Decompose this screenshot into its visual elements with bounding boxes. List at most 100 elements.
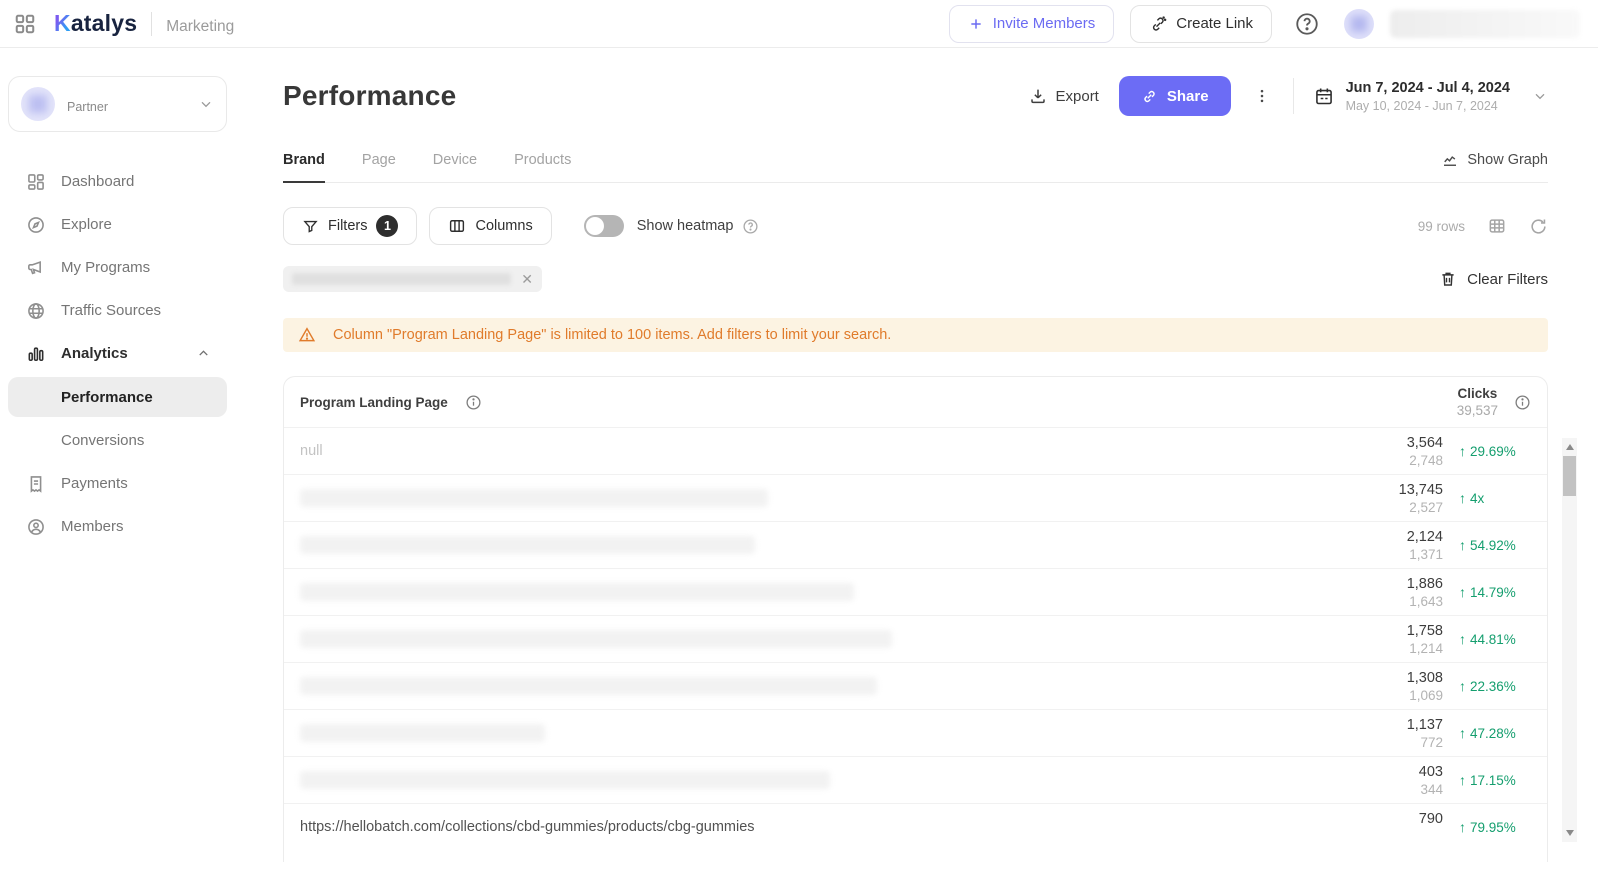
sidebar-item-label: Members <box>61 518 124 535</box>
redacted-landing-page <box>300 771 830 789</box>
clicks-cell: 2,124 1,371 <box>1323 529 1443 562</box>
trash-icon <box>1439 270 1457 288</box>
show-heatmap-toggle[interactable] <box>584 215 624 237</box>
tab-page[interactable]: Page <box>362 142 396 182</box>
tab-device[interactable]: Device <box>433 142 477 182</box>
brand-divider <box>151 12 152 36</box>
table-scrollbar[interactable] <box>1562 438 1577 842</box>
up-arrow-icon: ↑ <box>1459 819 1466 835</box>
clear-filters-button[interactable]: Clear Filters <box>1439 270 1548 288</box>
tab-products[interactable]: Products <box>514 142 571 182</box>
dashboard-icon <box>26 172 46 192</box>
clicks-cell: 403 344 <box>1323 764 1443 797</box>
table-row[interactable]: 1,758 1,214 ↑ 44.81% <box>284 615 1547 662</box>
column-header-clicks[interactable]: Clicks <box>1457 386 1498 401</box>
divider <box>1293 78 1294 114</box>
landing-page-cell <box>300 724 1323 742</box>
table-row[interactable]: 1,886 1,643 ↑ 14.79% <box>284 568 1547 615</box>
up-arrow-icon: ↑ <box>1459 631 1466 647</box>
table-density-icon[interactable] <box>1487 216 1507 236</box>
link-icon <box>1149 15 1167 33</box>
partner-role-label: Partner <box>67 100 186 114</box>
sidebar-item-label: Dashboard <box>61 173 134 190</box>
columns-button[interactable]: Columns <box>429 207 551 245</box>
sidebar-item-label: Performance <box>61 389 153 406</box>
info-icon[interactable] <box>1514 394 1531 411</box>
sidebar-item-traffic-sources[interactable]: Traffic Sources <box>8 289 227 332</box>
funnel-icon <box>302 218 319 235</box>
change-value: 17.15% <box>1470 773 1516 788</box>
redacted-landing-page <box>300 489 768 507</box>
remove-filter-icon[interactable]: ✕ <box>521 272 533 286</box>
change-value: 47.28% <box>1470 726 1516 741</box>
partner-avatar <box>21 87 55 121</box>
change-value: 79.95% <box>1470 820 1516 835</box>
up-arrow-icon: ↑ <box>1459 725 1466 741</box>
change-cell: ↑ 14.79% <box>1459 584 1531 600</box>
person-circle-icon <box>26 517 46 537</box>
table-toolbar: Filters 1 Columns Show heatmap 99 rows <box>283 207 1548 245</box>
export-button[interactable]: Export <box>1029 87 1099 105</box>
clicks-value: 790 <box>1323 811 1443 827</box>
brand-name: Katalys <box>54 10 137 37</box>
change-cell: ↑ 17.15% <box>1459 772 1531 788</box>
change-cell: ↑ 54.92% <box>1459 537 1531 553</box>
performance-table: Program Landing Page Clicks 39,537 <box>283 376 1548 862</box>
create-link-button[interactable]: Create Link <box>1130 5 1272 43</box>
scroll-up-arrow[interactable] <box>1566 444 1574 450</box>
share-button[interactable]: Share <box>1119 76 1231 116</box>
column-header-landing-page[interactable]: Program Landing Page <box>300 395 448 410</box>
sidebar-item-explore[interactable]: Explore <box>8 203 227 246</box>
sidebar-item-payments[interactable]: Payments <box>8 462 227 505</box>
filters-button[interactable]: Filters 1 <box>283 207 417 245</box>
sidebar-item-my-programs[interactable]: My Programs <box>8 246 227 289</box>
warning-text: Column "Program Landing Page" is limited… <box>333 327 891 343</box>
date-range-picker[interactable]: Jun 7, 2024 - Jul 4, 2024 May 10, 2024 -… <box>1314 80 1548 113</box>
partner-selector[interactable]: Partner <box>8 76 227 132</box>
sidebar-item-conversions[interactable]: Conversions <box>8 419 227 462</box>
sidebar-item-dashboard[interactable]: Dashboard <box>8 160 227 203</box>
sidebar-item-analytics[interactable]: Analytics <box>8 332 227 375</box>
landing-page-value: https://hellobatch.com/collections/cbd-g… <box>300 819 755 835</box>
up-arrow-icon: ↑ <box>1459 490 1466 506</box>
sidebar-item-label: Analytics <box>61 345 128 362</box>
clicks-value: 3,564 <box>1323 435 1443 451</box>
filter-chip[interactable]: ✕ <box>283 266 542 292</box>
table-row[interactable]: 2,124 1,371 ↑ 54.92% <box>284 521 1547 568</box>
sidebar-item-performance[interactable]: Performance <box>8 377 227 417</box>
redacted-landing-page <box>300 583 854 601</box>
info-icon[interactable] <box>465 394 482 411</box>
table-row[interactable]: 13,745 2,527 ↑ 4x <box>284 474 1547 521</box>
landing-page-cell <box>300 536 1323 554</box>
change-cell: ↑ 22.36% <box>1459 678 1531 694</box>
table-header: Program Landing Page Clicks 39,537 <box>284 377 1547 427</box>
table-row[interactable]: null 3,564 2,748 ↑ 29.69% <box>284 427 1547 474</box>
table-row[interactable]: 1,137 772 ↑ 47.28% <box>284 709 1547 756</box>
invite-members-button[interactable]: Invite Members <box>949 5 1115 43</box>
chevron-up-icon <box>196 346 211 361</box>
clicks-cell: 790 <box>1323 811 1443 844</box>
help-icon[interactable] <box>1294 11 1320 37</box>
table-row[interactable]: 403 344 ↑ 17.15% <box>284 756 1547 803</box>
rows-count: 99 rows <box>1418 219 1465 234</box>
table-row[interactable]: 1,308 1,069 ↑ 22.36% <box>284 662 1547 709</box>
change-cell: ↑ 47.28% <box>1459 725 1531 741</box>
date-compare-value: May 10, 2024 - Jun 7, 2024 <box>1346 99 1510 113</box>
more-options-icon[interactable] <box>1251 87 1273 105</box>
receipt-icon <box>26 474 46 494</box>
user-avatar[interactable] <box>1344 9 1374 39</box>
clicks-previous-value: 1,214 <box>1323 641 1443 656</box>
show-graph-button[interactable]: Show Graph <box>1441 151 1548 182</box>
heatmap-help-icon[interactable] <box>742 218 759 235</box>
app-switcher-icon[interactable] <box>14 13 36 35</box>
sidebar-item-label: Payments <box>61 475 128 492</box>
sidebar-item-members[interactable]: Members <box>8 505 227 548</box>
change-value: 22.36% <box>1470 679 1516 694</box>
table-row[interactable]: https://hellobatch.com/collections/cbd-g… <box>284 803 1547 850</box>
tab-brand[interactable]: Brand <box>283 142 325 183</box>
scroll-down-arrow[interactable] <box>1566 830 1574 836</box>
refresh-icon[interactable] <box>1529 217 1548 236</box>
brand-logo[interactable]: Katalys Marketing <box>54 10 234 37</box>
scrollbar-thumb[interactable] <box>1563 456 1576 496</box>
clicks-previous-value: 1,371 <box>1323 547 1443 562</box>
